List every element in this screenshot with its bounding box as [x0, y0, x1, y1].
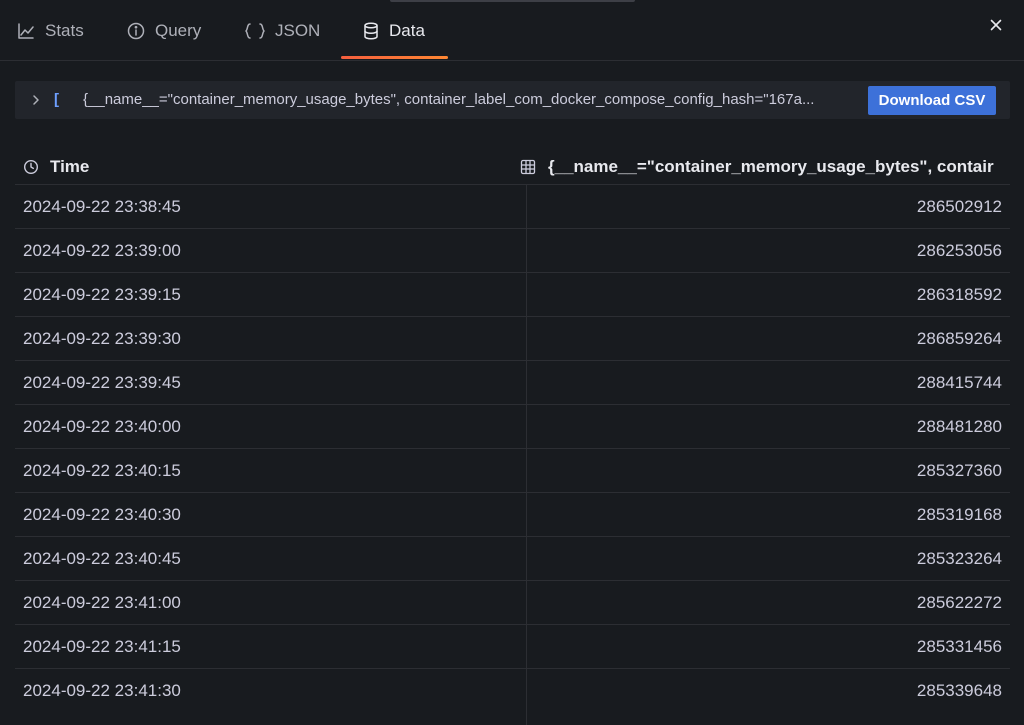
active-tab-indicator — [341, 56, 448, 59]
info-circle-icon — [126, 21, 146, 41]
cell-value: 285323264 — [916, 549, 1002, 568]
cell-value: 285339648 — [916, 681, 1002, 700]
clock-icon — [23, 159, 39, 175]
table-row: 2024-09-22 23:39:30 286859264 — [15, 317, 1010, 361]
table-row: 2024-09-22 23:41:30 285339648 — [15, 669, 1010, 713]
table-row: 2024-09-22 23:40:45 285323264 — [15, 537, 1010, 581]
column-header-value[interactable]: {__name__="container_memory_usage_bytes"… — [520, 157, 1008, 177]
table-row: 2024-09-22 23:39:15 286318592 — [15, 273, 1010, 317]
cell-value: 286318592 — [916, 285, 1002, 304]
table-header: Time {__name__="container_memory_usage_b… — [15, 147, 1010, 185]
chevron-right-icon[interactable] — [29, 93, 43, 107]
series-name[interactable]: {__name__="container_memory_usage_bytes"… — [83, 91, 853, 108]
download-csv-button[interactable]: Download CSV — [868, 86, 996, 115]
table-row: 2024-09-22 23:41:00 285622272 — [15, 581, 1010, 625]
cell-time: 2024-09-22 23:40:15 — [23, 461, 181, 480]
tab-stats[interactable]: Stats — [16, 22, 84, 60]
cell-time: 2024-09-22 23:39:30 — [23, 329, 181, 348]
table-row: 2024-09-22 23:41:15 285331456 — [15, 625, 1010, 669]
column-header-time[interactable]: Time — [23, 157, 89, 177]
cell-value: 285331456 — [916, 637, 1002, 656]
tab-query[interactable]: Query — [126, 22, 201, 60]
tab-data[interactable]: Data — [362, 22, 425, 60]
table-body: 2024-09-22 23:38:45 286502912 2024-09-22 … — [15, 185, 1010, 713]
cell-value: 286502912 — [916, 197, 1002, 216]
cell-time: 2024-09-22 23:40:00 — [23, 417, 181, 436]
cell-value: 286859264 — [916, 329, 1002, 348]
chart-line-icon — [16, 21, 36, 41]
cell-time: 2024-09-22 23:38:45 — [23, 197, 181, 216]
cell-value: 288415744 — [916, 373, 1002, 392]
table-row: 2024-09-22 23:39:45 288415744 — [15, 361, 1010, 405]
tab-label: Stats — [45, 21, 84, 40]
cell-value: 285327360 — [916, 461, 1002, 480]
cell-value: 288481280 — [916, 417, 1002, 436]
tab-json[interactable]: JSON — [244, 22, 320, 60]
inspect-tabs-bar: Stats Query JSON Data — [0, 0, 1024, 61]
cell-time: 2024-09-22 23:40:30 — [23, 505, 181, 524]
close-icon — [990, 19, 1002, 31]
table-grid-icon — [520, 159, 536, 175]
column-header-label: Time — [50, 157, 90, 176]
table-row: 2024-09-22 23:40:15 285327360 — [15, 449, 1010, 493]
close-button[interactable] — [986, 15, 1006, 35]
cell-time: 2024-09-22 23:39:00 — [23, 241, 181, 260]
tab-label: JSON — [275, 21, 321, 40]
cell-time: 2024-09-22 23:41:15 — [23, 637, 181, 656]
tab-label: Query — [155, 21, 202, 40]
braces-icon — [244, 21, 266, 41]
cell-time: 2024-09-22 23:40:45 — [23, 549, 181, 568]
table-row: 2024-09-22 23:39:00 286253056 — [15, 229, 1010, 273]
table-row: 2024-09-22 23:38:45 286502912 — [15, 185, 1010, 229]
column-header-label: {__name__="container_memory_usage_bytes"… — [548, 157, 994, 176]
cell-time: 2024-09-22 23:39:45 — [23, 373, 181, 392]
cell-time: 2024-09-22 23:39:15 — [23, 285, 181, 304]
tab-label: Data — [389, 21, 425, 40]
cell-time: 2024-09-22 23:41:30 — [23, 681, 181, 700]
data-table: Time {__name__="container_memory_usage_b… — [15, 147, 1010, 725]
cell-value: 286253056 — [916, 241, 1002, 260]
table-row: 2024-09-22 23:40:00 288481280 — [15, 405, 1010, 449]
series-bracket: [ — [54, 91, 59, 108]
database-icon — [362, 21, 380, 41]
cell-value: 285622272 — [916, 593, 1002, 612]
cell-time: 2024-09-22 23:41:00 — [23, 593, 181, 612]
cell-value: 285319168 — [916, 505, 1002, 524]
series-selector: [ {__name__="container_memory_usage_byte… — [15, 81, 1010, 119]
table-row: 2024-09-22 23:40:30 285319168 — [15, 493, 1010, 537]
